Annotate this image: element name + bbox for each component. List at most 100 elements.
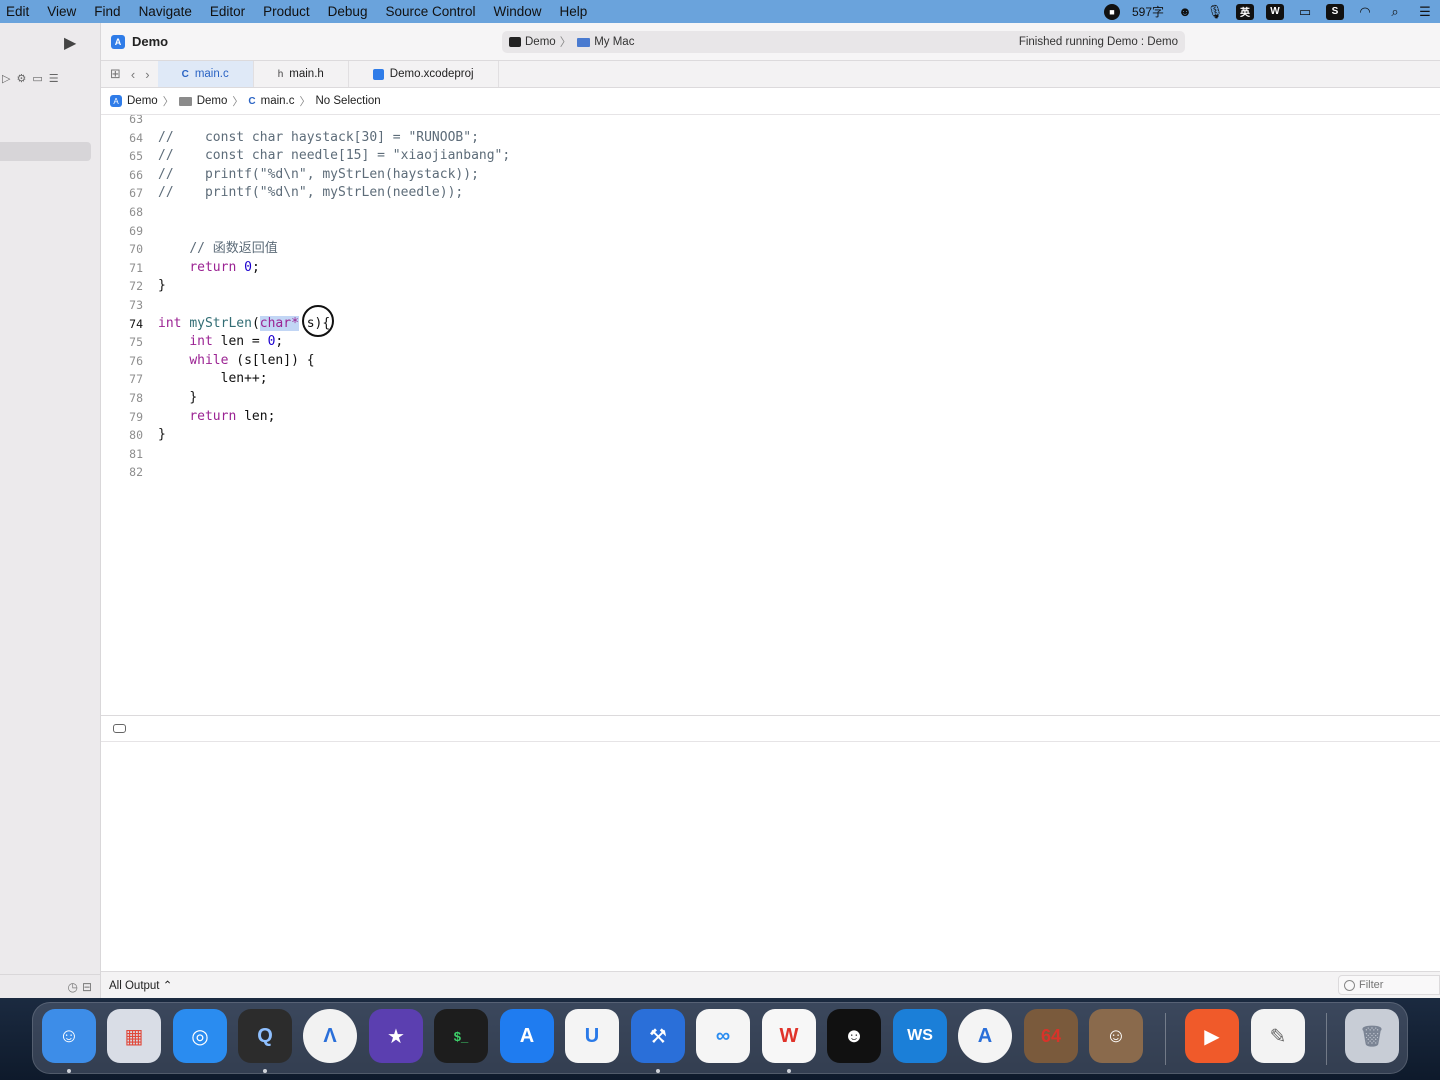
debug-area-toggle-icon[interactable] xyxy=(113,724,126,733)
trash-icon[interactable]: 🗑 xyxy=(1345,1009,1399,1063)
android-studio-icon[interactable]: A xyxy=(958,1009,1012,1063)
code-line: 65 // const char needle[15] = "xiaojianba… xyxy=(101,147,510,166)
menu-navigate[interactable]: Navigate xyxy=(130,4,201,19)
tab-navigation: ⊞ ‹ › xyxy=(101,61,158,87)
wps-icon[interactable]: W xyxy=(762,1009,816,1063)
navigator-panel: ▶ ▷ ⚙ ▭ ☰ ◷ ⊟ xyxy=(0,23,101,998)
menu-find[interactable]: Find xyxy=(85,4,129,19)
word-count[interactable]: 597字 xyxy=(1132,3,1164,20)
debug-bar xyxy=(101,715,1440,742)
tag-navigator-icon[interactable]: ▭ xyxy=(32,72,42,85)
line-number: 69 xyxy=(129,223,143,238)
code-keyword: while xyxy=(189,352,229,368)
baidu-netdisk-icon[interactable]: ∞ xyxy=(696,1009,750,1063)
battery-icon[interactable]: ▭ xyxy=(1296,4,1314,20)
code-line: 66 // printf("%d\n", myStrLen(haystack)); xyxy=(101,166,510,185)
xcode-icon[interactable]: ⚒ xyxy=(631,1009,685,1063)
scheme-name: Demo xyxy=(525,36,556,48)
webstorm-icon[interactable]: WS xyxy=(893,1009,947,1063)
navigator-footer: ◷ ⊟ xyxy=(0,974,100,998)
jump-file[interactable]: main.c xyxy=(261,95,295,107)
menu-source-control[interactable]: Source Control xyxy=(376,4,484,19)
c-file-icon: C xyxy=(248,95,256,107)
menu-debug[interactable]: Debug xyxy=(319,4,377,19)
line-number: 78 xyxy=(129,390,143,405)
code-line: 72} xyxy=(101,277,510,296)
console-filter-input[interactable] xyxy=(1359,979,1429,991)
project-title-text: Demo xyxy=(132,34,169,49)
terminal-icon[interactable]: $_ xyxy=(434,1009,488,1063)
scheme-selector[interactable]: Demo 〉 xyxy=(509,34,571,50)
navigator-tabs: ▷ ⚙ ▭ ☰ xyxy=(0,66,100,90)
menu-product[interactable]: Product xyxy=(254,4,319,19)
recent-files-icon[interactable]: ◷ xyxy=(67,980,77,994)
header-file-icon: h xyxy=(277,68,284,80)
source-editor[interactable]: 63 64 // const char haystack[30] = "RUNOO… xyxy=(101,115,1440,715)
tab-main-c[interactable]: C main.c xyxy=(157,61,254,87)
project-title[interactable]: A Demo xyxy=(111,34,168,49)
dock-separator xyxy=(1165,1013,1166,1065)
portrait-app-icon[interactable]: 64 xyxy=(1024,1009,1078,1063)
code-number: 0 xyxy=(244,259,252,275)
menu-edit[interactable]: Edit xyxy=(0,4,38,19)
filter-options-icon[interactable]: ⊟ xyxy=(82,980,92,994)
code-text: len = xyxy=(212,334,268,350)
control-center-icon[interactable]: ☰ xyxy=(1416,4,1434,20)
destination-selector[interactable]: My Mac xyxy=(571,36,634,48)
dock: ☺ ▦ ◎ Q Λ ★ $_ A U ⚒ ∞ W ☻ WS A 64 ☺ ▶ ✎… xyxy=(32,1002,1408,1074)
terminal-scheme-icon xyxy=(509,37,521,47)
debug-navigator-icon[interactable]: ⚙ xyxy=(16,72,26,85)
record-stop-icon[interactable]: ■ xyxy=(1103,3,1120,20)
menu-window[interactable]: Window xyxy=(485,4,551,19)
code-comment: // printf("%d\n", myStrLen(haystack)); xyxy=(158,166,479,182)
emoji-icon[interactable]: ☻ xyxy=(1176,4,1194,20)
menu-help[interactable]: Help xyxy=(551,4,597,19)
jump-project[interactable]: Demo xyxy=(127,95,158,107)
uniapp-icon[interactable]: U xyxy=(565,1009,619,1063)
jump-group[interactable]: Demo xyxy=(197,95,228,107)
code-text: ( xyxy=(251,315,260,331)
instruments-icon[interactable]: Λ xyxy=(303,1009,357,1063)
console-output[interactable] xyxy=(101,742,1440,971)
wps-menu-icon[interactable]: W xyxy=(1266,3,1284,20)
back-icon[interactable]: ‹ xyxy=(131,67,135,82)
related-items-icon[interactable]: ⊞ xyxy=(110,66,121,82)
portrait-app-icon[interactable]: ☺ xyxy=(1089,1009,1143,1063)
output-filter-select[interactable]: All Output ⌃ xyxy=(109,978,172,992)
finder-icon[interactable]: ☺ xyxy=(42,1009,96,1063)
code-keyword: int xyxy=(189,334,213,350)
spotlight-icon[interactable]: ⌕ xyxy=(1386,4,1404,20)
tab-main-h[interactable]: h main.h xyxy=(254,61,349,87)
report-navigator-icon[interactable]: ☰ xyxy=(49,72,59,85)
wifi-icon[interactable]: ◠ xyxy=(1356,4,1374,20)
navigator-selected-row[interactable] xyxy=(0,142,91,161)
safari-icon[interactable]: ◎ xyxy=(173,1009,227,1063)
line-number: 70 xyxy=(129,242,143,257)
sync-icon[interactable]: S xyxy=(1326,3,1344,20)
qq-icon[interactable]: ☻ xyxy=(827,1009,881,1063)
code-line: 77 len++; xyxy=(101,370,510,389)
menu-view[interactable]: View xyxy=(38,4,85,19)
imovie-icon[interactable]: ★ xyxy=(369,1009,423,1063)
input-method-icon[interactable]: 英 xyxy=(1236,3,1254,20)
breakpoint-navigator-icon[interactable]: ▷ xyxy=(2,72,10,85)
jump-selection[interactable]: No Selection xyxy=(315,95,380,107)
menu-editor[interactable]: Editor xyxy=(201,4,254,19)
run-button[interactable]: ▶ xyxy=(64,33,82,52)
quicktime-icon[interactable]: Q xyxy=(238,1009,292,1063)
chevron-right-icon: 〉 xyxy=(299,96,311,108)
code-selection[interactable]: char* xyxy=(259,315,299,331)
textedit-icon[interactable]: ✎ xyxy=(1251,1009,1305,1063)
tab-xcodeproj[interactable]: Demo.xcodeproj xyxy=(349,61,499,87)
code-text: len; xyxy=(236,408,276,424)
editor-tab-bar: ⊞ ‹ › C main.c h main.h Demo.xcodeproj xyxy=(101,61,1440,88)
code-line: 81 xyxy=(101,445,510,464)
code-line: 71 return 0; xyxy=(101,259,510,278)
app-store-icon[interactable]: A xyxy=(500,1009,554,1063)
jump-bar: A Demo 〉 Demo 〉 C main.c 〉 No Selection xyxy=(101,88,1440,115)
forward-icon[interactable]: › xyxy=(145,67,149,82)
launchpad-icon[interactable]: ▦ xyxy=(107,1009,161,1063)
microphone-icon[interactable]: 🎙 xyxy=(1206,4,1224,20)
code-function-name: myStrLen xyxy=(189,315,252,331)
infuse-icon[interactable]: ▶ xyxy=(1185,1009,1239,1063)
